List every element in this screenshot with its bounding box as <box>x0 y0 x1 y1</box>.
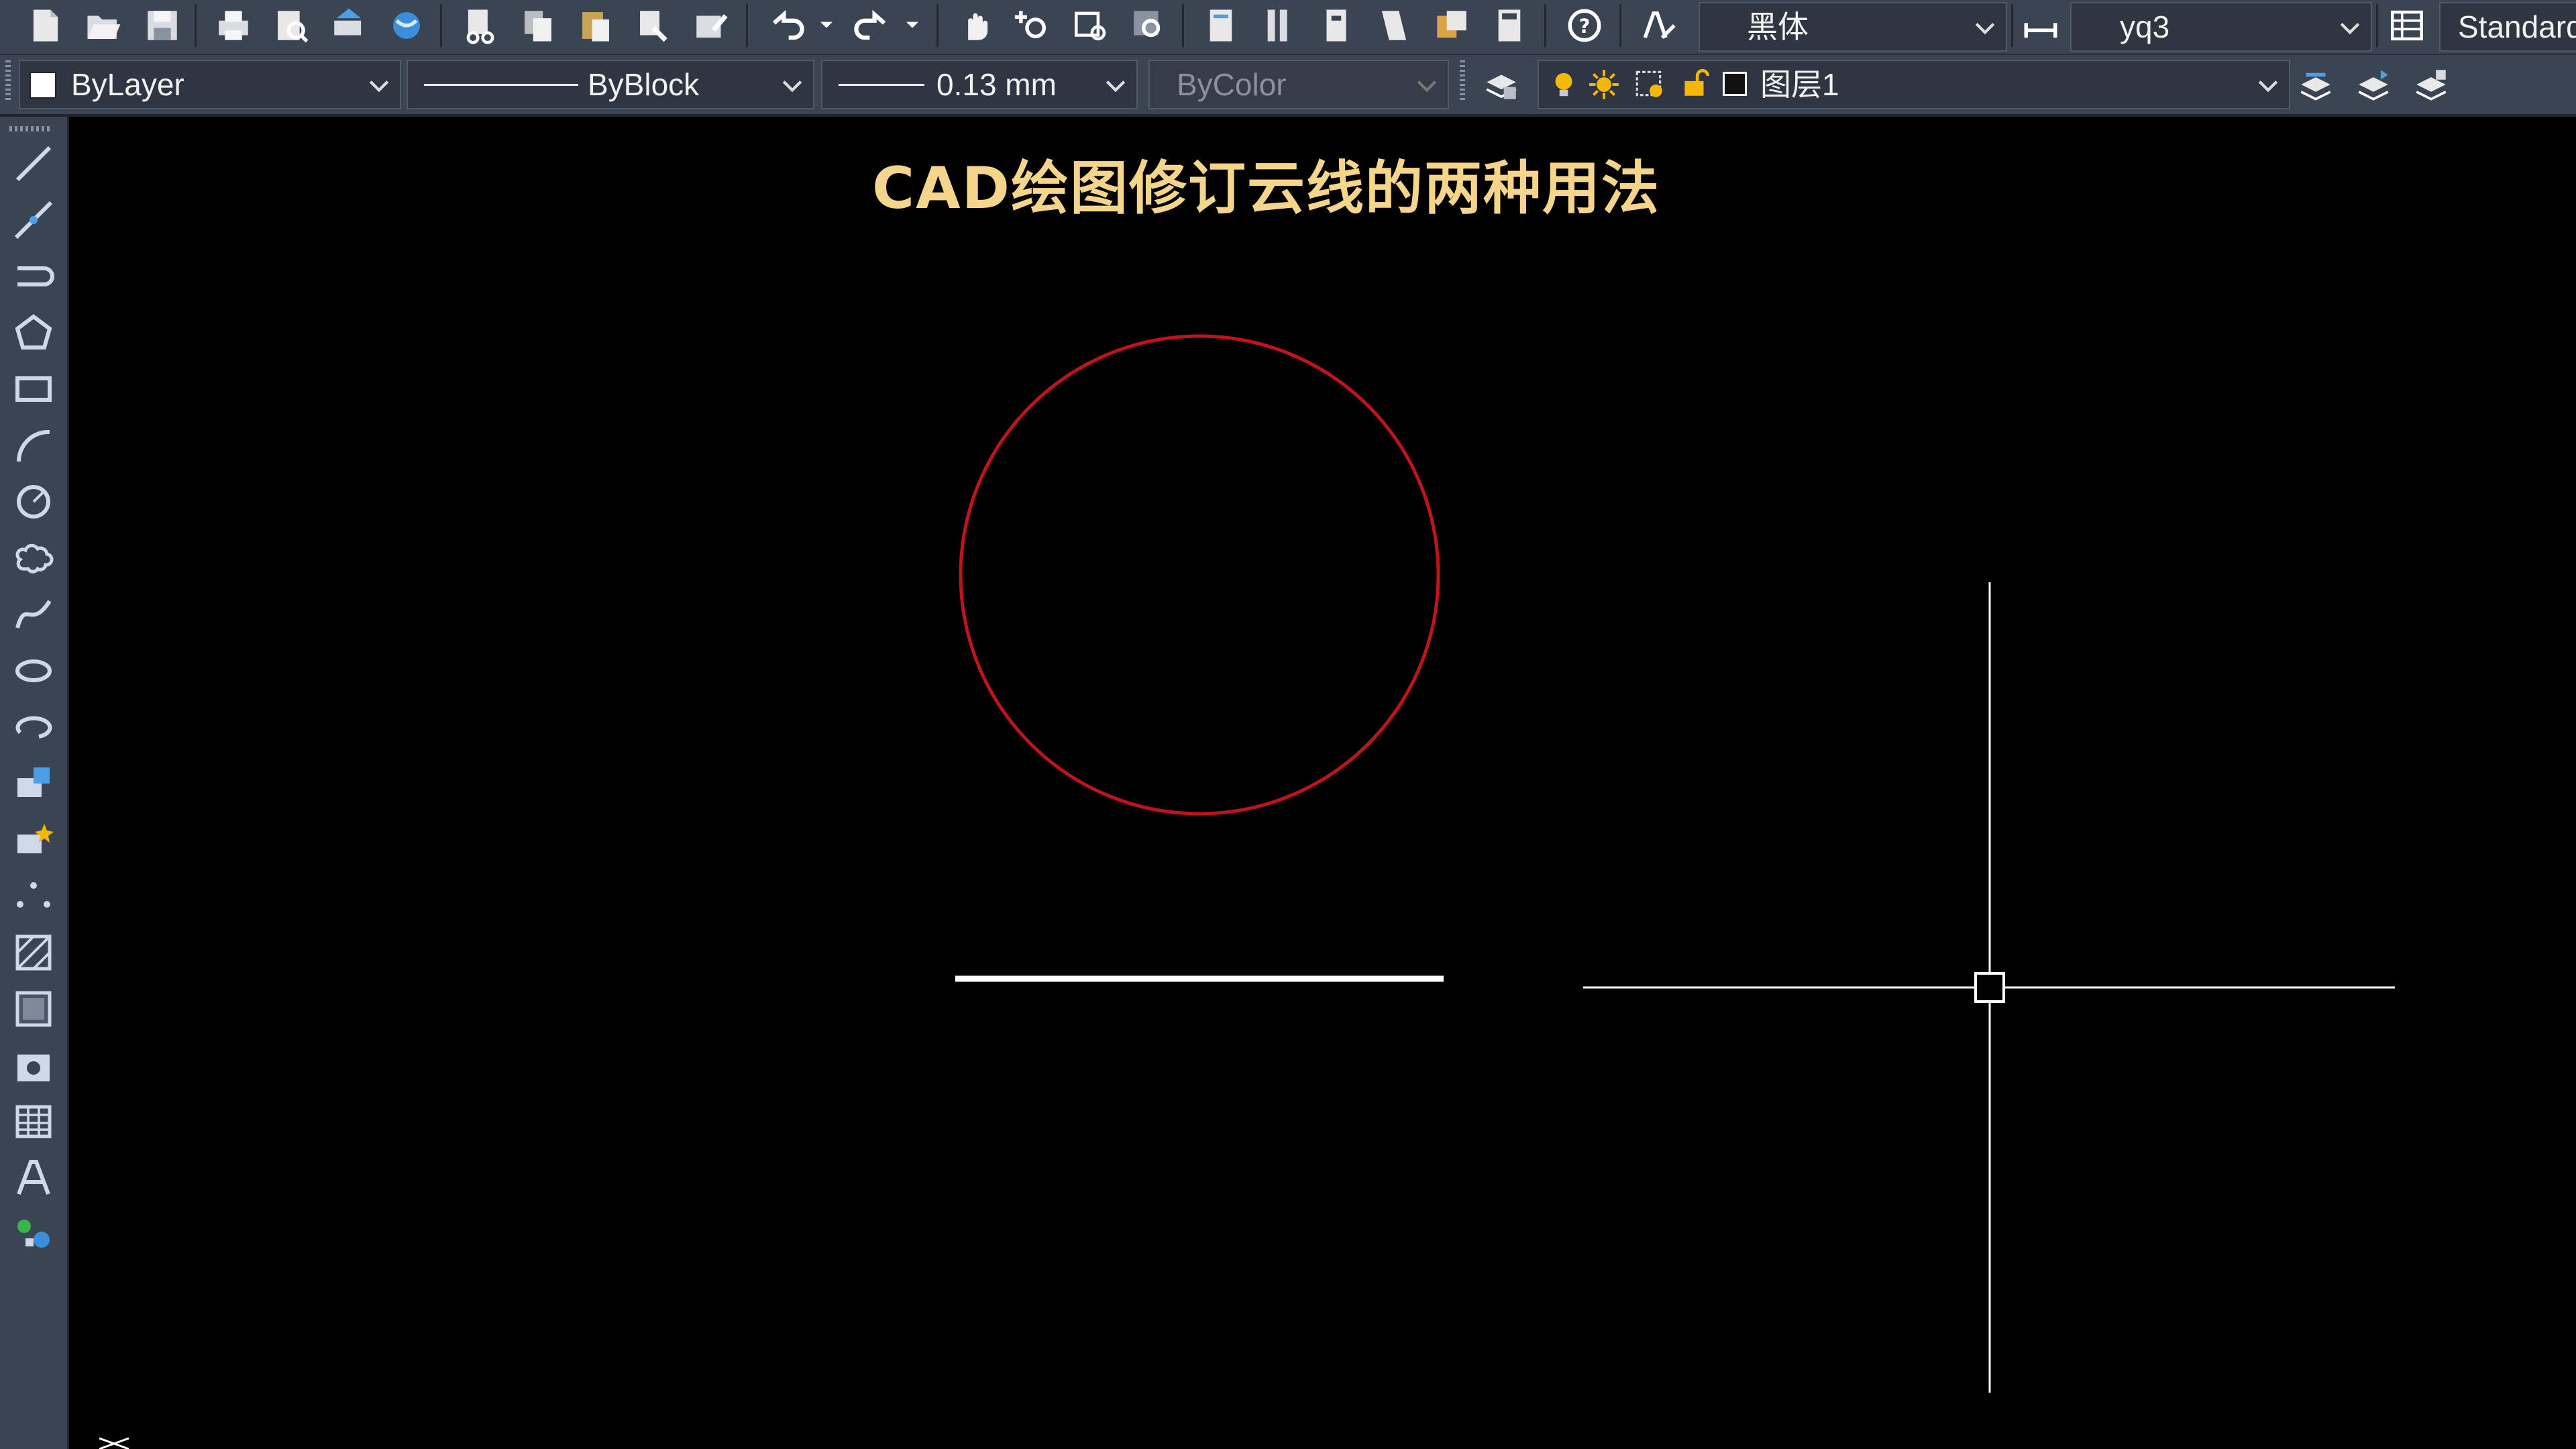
polyline-icon[interactable] <box>8 251 59 302</box>
dim-style-combo[interactable]: yq3 <box>2070 2 2372 52</box>
redo-dropdown-icon[interactable] <box>899 4 926 47</box>
properties-icon[interactable] <box>1199 4 1242 47</box>
redo-icon[interactable] <box>851 4 894 47</box>
dim-style-icon[interactable] <box>2019 4 2062 47</box>
line-icon[interactable] <box>8 138 59 189</box>
construction-line-icon[interactable] <box>8 195 59 246</box>
table-style-icon[interactable] <box>2385 4 2428 47</box>
polygon-icon[interactable] <box>8 307 59 358</box>
chevron-down-icon <box>1975 23 1995 35</box>
svg-text:?: ? <box>1579 15 1591 38</box>
copy-icon[interactable] <box>517 4 559 47</box>
toolbar-grip[interactable] <box>1460 60 1465 101</box>
linetype-sample <box>424 84 578 86</box>
multiline-text-icon[interactable] <box>8 1152 59 1203</box>
drawing-title-text[interactable]: CAD绘图修订云线的两种用法 <box>872 141 1659 225</box>
cut-icon[interactable] <box>459 4 502 47</box>
table-style-combo[interactable]: Standard <box>2439 2 2576 52</box>
lineweight-combo[interactable]: 0.13 mm <box>821 60 1138 109</box>
toolbar-grip[interactable] <box>5 60 11 101</box>
circle-icon[interactable] <box>8 476 59 527</box>
properties-toolbar: ByLayer ByBlock 0.13 mm ByColor 图层1 <box>0 55 2576 117</box>
plotstyle-combo: ByColor <box>1148 60 1449 109</box>
text-style-icon[interactable] <box>1638 4 1681 47</box>
chevron-down-icon <box>2258 80 2278 93</box>
paste-icon[interactable] <box>574 4 617 47</box>
help-icon[interactable]: ? <box>1563 4 1606 47</box>
tool-palettes-icon[interactable] <box>1315 4 1358 47</box>
gradient-icon[interactable] <box>8 983 59 1034</box>
toolbar-grip[interactable] <box>9 126 50 131</box>
standard-toolbar: ? 黑体 yq3 Standard <box>0 0 2576 55</box>
point-icon[interactable] <box>8 871 59 922</box>
revision-cloud-icon[interactable] <box>8 533 59 584</box>
layer-previous-icon[interactable] <box>2352 63 2395 106</box>
draw-toolbar <box>0 117 69 1449</box>
plot-icon[interactable] <box>212 4 255 47</box>
design-center-icon[interactable] <box>1257 4 1300 47</box>
drawing-canvas[interactable] <box>69 117 2576 1449</box>
layer-combo-value: 图层1 <box>1760 67 1839 102</box>
linetype-combo[interactable]: ByBlock <box>407 60 814 109</box>
chevron-down-icon <box>1106 80 1126 93</box>
new-icon[interactable] <box>24 4 67 47</box>
layer-combo[interactable]: 图层1 <box>1538 60 2290 109</box>
arc-icon[interactable] <box>8 420 59 471</box>
markup-icon[interactable] <box>1430 4 1473 47</box>
zoom-window-icon[interactable] <box>1069 4 1112 47</box>
font-combo-value: 黑体 <box>1747 9 1809 44</box>
add-selected-icon[interactable] <box>8 1209 59 1260</box>
rectangle-icon[interactable] <box>8 364 59 415</box>
color-combo[interactable]: ByLayer <box>19 60 401 109</box>
layer-states-icon[interactable] <box>2410 63 2453 106</box>
pan-icon[interactable] <box>954 4 997 47</box>
plotstyle-combo-value: ByColor <box>1177 67 1287 102</box>
linetype-combo-value: ByBlock <box>588 67 700 102</box>
match-properties-icon[interactable] <box>632 4 675 47</box>
table-icon[interactable] <box>8 1096 59 1147</box>
spline-icon[interactable] <box>8 589 59 640</box>
zoom-realtime-icon[interactable] <box>1012 4 1055 47</box>
make-block-icon[interactable] <box>8 814 59 865</box>
publish-icon[interactable] <box>327 4 370 47</box>
make-object-layer-current-icon[interactable] <box>2294 63 2337 106</box>
undo-dropdown-icon[interactable] <box>813 4 840 47</box>
chevron-down-icon <box>782 80 802 93</box>
lineweight-combo-value: 0.13 mm <box>936 67 1057 102</box>
zoom-previous-icon[interactable] <box>1127 4 1170 47</box>
save-icon[interactable] <box>141 4 184 47</box>
chevron-down-icon <box>369 80 389 93</box>
ellipse-icon[interactable] <box>8 645 59 696</box>
lineweight-sample <box>839 84 924 86</box>
table-style-combo-value: Standard <box>2458 9 2576 44</box>
color-swatch <box>30 72 56 99</box>
hatch-icon[interactable] <box>8 927 59 978</box>
3d-dwf-icon[interactable] <box>385 4 428 47</box>
layer-unlock-icon[interactable] <box>1678 66 1712 100</box>
sheet-set-icon[interactable] <box>1373 4 1415 47</box>
layer-color-swatch <box>1723 72 1747 96</box>
layer-on-bulb-icon[interactable] <box>1547 68 1580 101</box>
block-editor-icon[interactable] <box>690 4 733 47</box>
ellipse-arc-icon[interactable] <box>8 702 59 753</box>
calculator-icon[interactable] <box>1488 4 1531 47</box>
layer-viewport-freeze-icon[interactable] <box>1633 68 1666 101</box>
chevron-down-icon <box>2340 23 2360 35</box>
font-combo[interactable]: 黑体 <box>1699 2 2007 52</box>
plot-preview-icon[interactable] <box>270 4 313 47</box>
layer-properties-icon[interactable] <box>1480 63 1523 106</box>
dim-style-combo-value: yq3 <box>2120 9 2170 44</box>
region-icon[interactable] <box>8 1040 59 1091</box>
color-combo-value: ByLayer <box>71 67 184 102</box>
insert-block-icon[interactable] <box>8 758 59 809</box>
chevron-down-icon <box>1417 80 1437 93</box>
layer-thaw-sun-icon[interactable] <box>1587 68 1621 101</box>
open-icon[interactable] <box>82 4 125 47</box>
undo-icon[interactable] <box>765 4 808 47</box>
